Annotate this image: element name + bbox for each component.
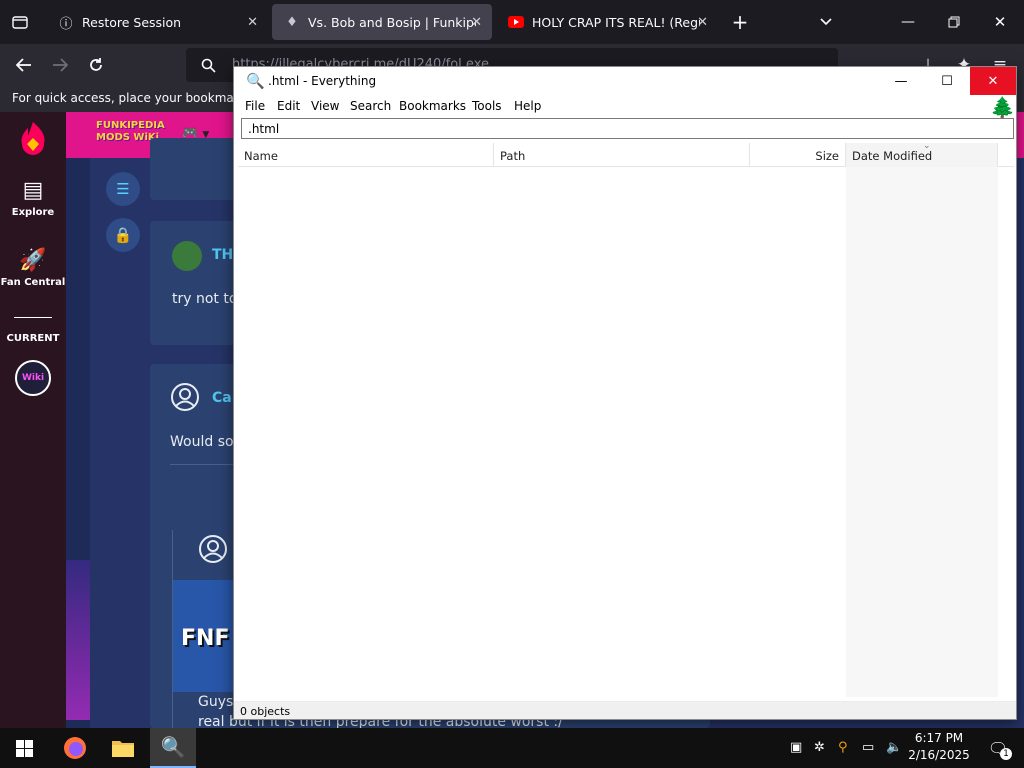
close-button[interactable]: ✕ <box>970 67 1016 95</box>
search-icon <box>201 58 216 73</box>
list-icon: ☰ <box>116 180 130 198</box>
list-all-tabs-button[interactable] <box>814 10 838 34</box>
tab-funkipedia[interactable]: ♦ Vs. Bob and Bosip | Funkipedia ✕ <box>272 4 492 40</box>
screen: { "browser": { "tabs": [ {"label": "Rest… <box>0 0 1024 768</box>
lock-icon: 🔒 <box>113 226 133 244</box>
tab-restore-session[interactable]: ⓘ Restore Session ✕ <box>46 4 268 40</box>
rocket-icon: 🚀 <box>19 248 47 273</box>
network-icon[interactable]: ▭ <box>862 740 874 755</box>
restore-icon <box>948 16 960 28</box>
taskbar: 🔍 ▣ ✲ ⚲ ▭ 🔈 6:17 PM 2/16/2025 🗨 1 <box>0 728 1024 768</box>
clock[interactable]: 6:17 PM 2/16/2025 <box>906 730 972 764</box>
tab-label: Vs. Bob and Bosip | Funkipedia <box>308 14 476 30</box>
column-name[interactable]: Name <box>238 143 494 167</box>
minimize-button[interactable]: — <box>878 67 924 95</box>
toc-button[interactable]: ☰ <box>106 172 140 206</box>
new-tab-button[interactable]: + <box>728 10 752 34</box>
close-icon[interactable]: ✕ <box>247 15 258 30</box>
reload-button[interactable] <box>82 52 110 78</box>
explore-label: Explore <box>11 207 55 218</box>
clock-date: 2/16/2025 <box>908 748 970 762</box>
everything-title-bar[interactable]: 🔍 .html - Everything — ☐ ✕ <box>234 67 1016 95</box>
taskbar-file-explorer[interactable] <box>100 728 146 768</box>
browser-tab-bar: ⓘ Restore Session ✕ ♦ Vs. Bob and Bosip … <box>0 0 1024 44</box>
search-input[interactable]: .html <box>241 118 1014 139</box>
chevron-down-icon <box>820 18 832 26</box>
current-label: CURRENT <box>6 333 60 344</box>
background-art <box>66 560 90 720</box>
taskbar-everything[interactable]: 🔍 <box>150 728 196 768</box>
tabs-icon <box>12 16 28 29</box>
column-date-modified[interactable]: Date Modified <box>846 143 998 167</box>
info-icon: ⓘ <box>59 16 73 32</box>
avatar[interactable] <box>172 241 202 271</box>
action-center-button[interactable]: 🗨 1 <box>978 728 1018 768</box>
menu-view[interactable]: View <box>311 99 339 113</box>
close-window-button[interactable]: ✕ <box>988 10 1012 34</box>
tab-label: HOLY CRAP ITS REAL! (Regular <box>532 14 700 30</box>
volume-icon[interactable]: 🔈 <box>886 740 902 755</box>
arrow-right-icon <box>53 58 68 72</box>
current-wiki-avatar[interactable]: Wiki <box>15 360 51 396</box>
clock-time: 6:17 PM <box>914 731 964 745</box>
status-bar: 0 objects <box>234 701 1016 719</box>
tab-label: Restore Session <box>82 14 182 30</box>
notification-count: 1 <box>1000 748 1012 760</box>
maximize-button[interactable]: ☐ <box>924 67 970 95</box>
minimize-button[interactable]: — <box>896 10 920 34</box>
comment-image[interactable]: FNF <box>173 580 233 692</box>
menu-file[interactable]: File <box>245 99 265 113</box>
start-button[interactable] <box>0 728 48 768</box>
user-avatar-icon[interactable] <box>198 534 228 564</box>
user-avatar-icon[interactable] <box>170 382 200 412</box>
fandom-global-nav: ▤ Explore 🚀 Fan Central CURRENT Wiki <box>0 112 66 728</box>
column-path[interactable]: Path <box>494 143 750 167</box>
windows-icon <box>15 739 33 757</box>
menu-bar: File Edit View Search Bookmarks Tools He… <box>234 95 1016 117</box>
menu-tools[interactable]: Tools <box>472 99 502 113</box>
fan-central-label: Fan Central <box>0 277 66 288</box>
tab-youtube[interactable]: HOLY CRAP ITS REAL! (Regular ✕ <box>496 4 718 40</box>
results-header: Name Path Size Date Modified ⌄ <box>238 141 1014 167</box>
column-size[interactable]: Size <box>750 143 846 167</box>
youtube-icon <box>508 14 524 30</box>
taskbar-firefox[interactable] <box>52 728 98 768</box>
magnifier-icon: 🔍 <box>160 735 186 759</box>
lock-button[interactable]: 🔒 <box>106 218 140 252</box>
image-art: FNF <box>181 626 230 651</box>
fan-central-link[interactable]: 🚀 Fan Central <box>0 248 66 288</box>
results-list[interactable] <box>238 167 1014 697</box>
back-button[interactable] <box>10 52 38 78</box>
menu-edit[interactable]: Edit <box>277 99 300 113</box>
close-icon[interactable]: ✕ <box>697 15 708 30</box>
explore-icon: ▤ <box>22 178 44 203</box>
bookmarks-hint: For quick access, place your bookmarks h <box>12 91 264 105</box>
magnifier-icon: 🔍 <box>246 72 265 90</box>
forward-button[interactable] <box>46 52 74 78</box>
window-title: .html - Everything <box>268 74 377 88</box>
explore-link[interactable]: ▤ Explore <box>0 178 66 218</box>
menu-search[interactable]: Search <box>350 99 391 113</box>
arrow-left-icon <box>16 58 31 72</box>
folder-icon <box>112 741 134 757</box>
close-icon[interactable]: ✕ <box>471 15 482 30</box>
people-icon[interactable]: ✲ <box>814 740 825 755</box>
everything-window: 🔍 .html - Everything — ☐ ✕ 🌲 File Edit V… <box>233 66 1017 720</box>
sort-caret-icon: ⌄ <box>923 141 931 151</box>
rail-divider <box>14 317 52 318</box>
firefox-icon <box>64 737 86 759</box>
fandom-logo-icon[interactable] <box>18 120 48 156</box>
security-icon[interactable]: ▣ <box>790 740 802 755</box>
sorted-column-shade <box>846 167 998 697</box>
reload-icon <box>90 58 102 71</box>
menu-bookmarks[interactable]: Bookmarks <box>399 99 466 113</box>
everything-tray-icon[interactable]: ⚲ <box>838 740 848 755</box>
restore-button[interactable] <box>942 10 966 34</box>
menu-help[interactable]: Help <box>514 99 541 113</box>
tab-list-button[interactable] <box>6 10 34 34</box>
fandom-icon: ♦ <box>286 14 298 30</box>
